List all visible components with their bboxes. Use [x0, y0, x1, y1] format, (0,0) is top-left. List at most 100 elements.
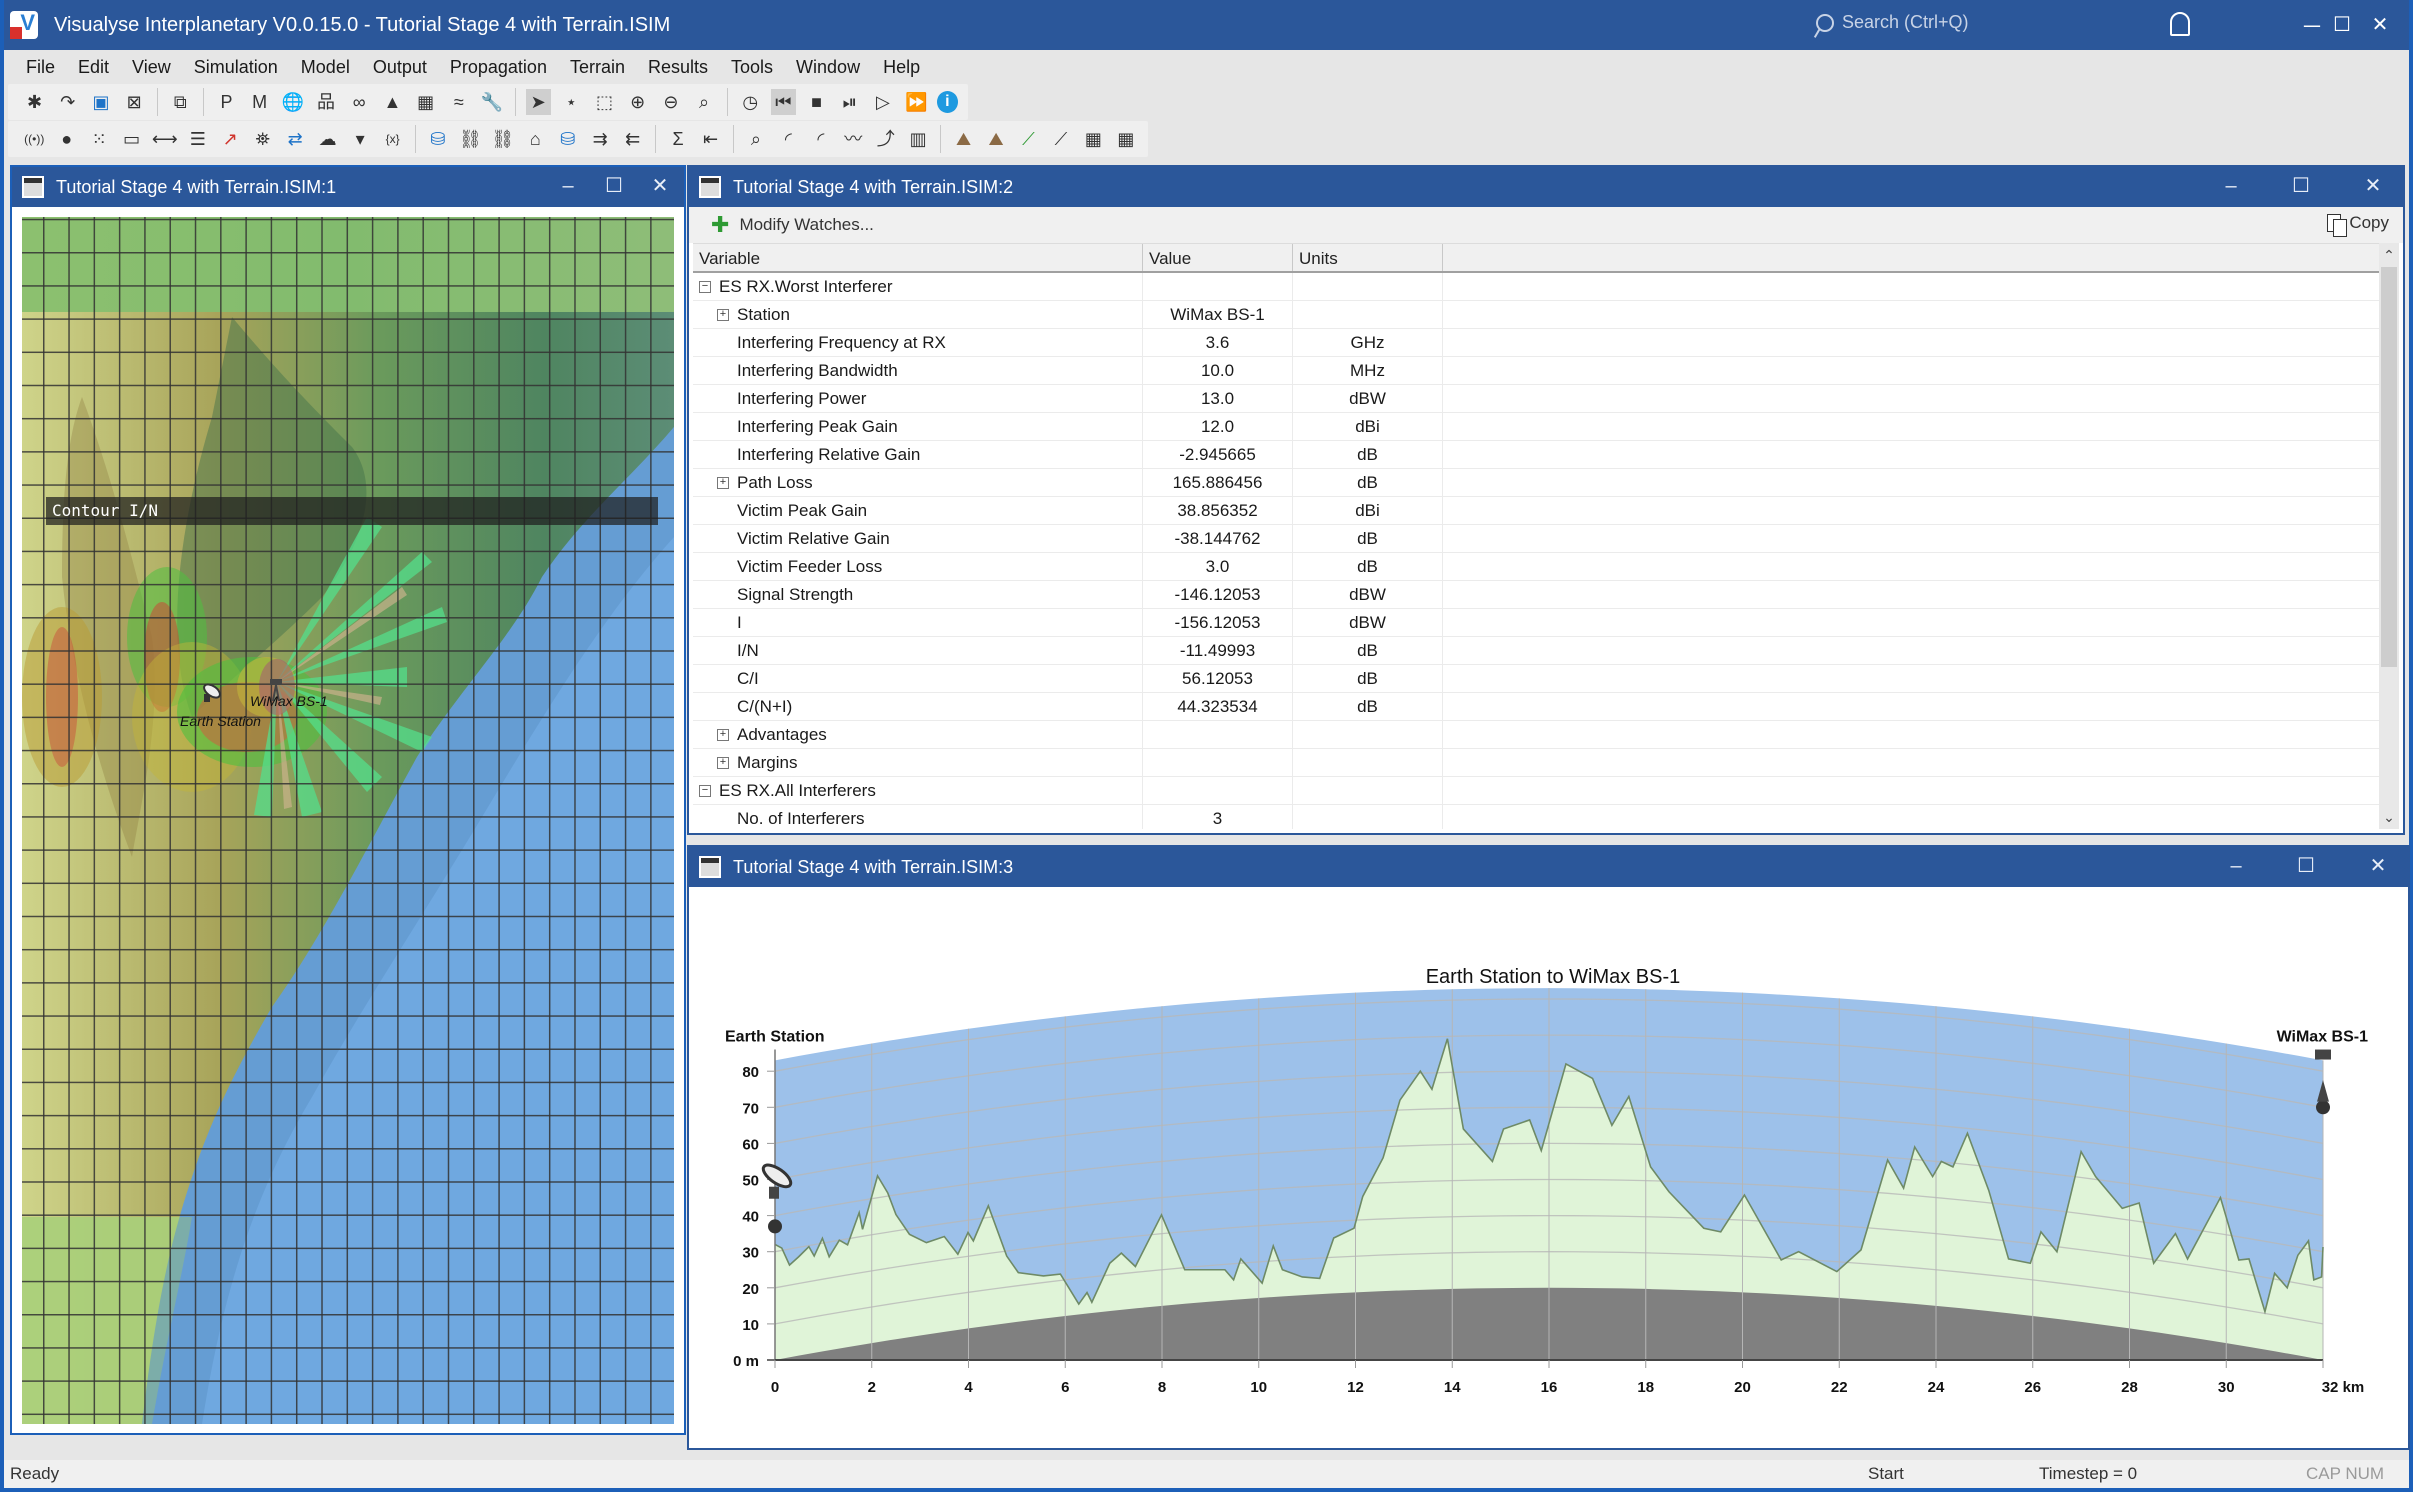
expand-icon[interactable]: +: [717, 308, 729, 321]
map-canvas[interactable]: Contour I/N Earth Station WiMax BS-1: [22, 217, 674, 1424]
settings-window-icon[interactable]: 🔧: [479, 89, 504, 115]
watch-row[interactable]: No. of Interferers 3: [693, 805, 2383, 829]
scatter-icon[interactable]: ⁙: [87, 126, 111, 152]
new-file-icon[interactable]: ✱: [22, 89, 47, 115]
building-add-icon[interactable]: ▦: [1081, 126, 1105, 152]
app-maximize-button[interactable]: ☐: [2322, 8, 2362, 42]
point-icon[interactable]: ●: [54, 126, 78, 152]
building-settings-icon[interactable]: ▦: [1114, 126, 1138, 152]
menu-window[interactable]: Window: [796, 57, 860, 78]
xy-plot-icon[interactable]: ⤴: [874, 126, 898, 152]
zoom-100-icon[interactable]: ⌕: [691, 89, 716, 115]
earth-station-antenna-point[interactable]: [768, 1219, 782, 1234]
dropdown-arrow-icon[interactable]: ▾: [348, 126, 372, 152]
collapse-icon[interactable]: −: [699, 280, 711, 293]
watch-row[interactable]: + Margins: [693, 749, 2383, 777]
watch-row[interactable]: Victim Relative Gain -38.144762 dB: [693, 525, 2383, 553]
expand-icon[interactable]: +: [717, 476, 729, 489]
profile-window-title-bar[interactable]: Tutorial Stage 4 with Terrain.ISIM:3 – ☐…: [689, 847, 2408, 887]
watch-window-icon[interactable]: ∞: [347, 89, 372, 115]
step-icon[interactable]: ⏯: [837, 89, 862, 115]
watch-row[interactable]: Signal Strength -146.12053 dBW: [693, 581, 2383, 609]
profile-minimize-button[interactable]: –: [2214, 847, 2258, 887]
watch-minimize-button[interactable]: –: [2209, 167, 2253, 207]
base-station-antenna-point[interactable]: [2316, 1100, 2330, 1115]
link-icon[interactable]: ⟷: [152, 126, 178, 152]
menu-propagation[interactable]: Propagation: [450, 57, 547, 78]
reset-start-icon[interactable]: ⏮: [770, 89, 796, 115]
watch-window-title-bar[interactable]: Tutorial Stage 4 with Terrain.ISIM:2 – ☐…: [689, 167, 2403, 207]
station-add-icon[interactable]: ⛁: [426, 126, 450, 152]
time-series-icon[interactable]: 〰: [841, 126, 865, 152]
menu-model[interactable]: Model: [301, 57, 350, 78]
rect-select-icon[interactable]: ⬚: [592, 89, 617, 115]
notification-bell-icon[interactable]: [2170, 12, 2190, 36]
station-terrain-icon[interactable]: ⛁: [556, 126, 580, 152]
column-header-units[interactable]: Units: [1293, 244, 1443, 271]
contour-settings-icon[interactable]: ◜: [776, 126, 800, 152]
menu-results[interactable]: Results: [648, 57, 708, 78]
open-file-icon[interactable]: ↷: [55, 89, 80, 115]
menu-terrain[interactable]: Terrain: [570, 57, 625, 78]
magic-select-icon[interactable]: ⋆: [559, 89, 584, 115]
carrier-link-icon[interactable]: ⛓: [491, 126, 515, 152]
antenna-icon[interactable]: ((•)): [22, 126, 46, 152]
watch-row[interactable]: Interfering Peak Gain 12.0 dBi: [693, 413, 2383, 441]
app-close-button[interactable]: ✕: [2360, 8, 2400, 42]
import-icon[interactable]: ⇤: [698, 126, 722, 152]
map-window-title-bar[interactable]: Tutorial Stage 4 with Terrain.ISIM:1 – ☐…: [12, 167, 684, 207]
modify-watches-button[interactable]: Modify Watches...: [739, 215, 873, 235]
zoom-out-icon[interactable]: ⊖: [658, 89, 683, 115]
multi-link-icon[interactable]: ☰: [186, 126, 210, 152]
terrain-add-icon[interactable]: ⛰: [984, 126, 1008, 152]
path-add-icon[interactable]: ⟋: [1016, 126, 1040, 152]
watch-row[interactable]: + Station WiMax BS-1: [693, 301, 2383, 329]
carrier-terrain-out-icon[interactable]: ⇇: [620, 126, 644, 152]
close-file-icon[interactable]: ⊠: [122, 89, 147, 115]
watch-row[interactable]: Victim Peak Gain 38.856352 dBi: [693, 497, 2383, 525]
watch-row[interactable]: Interfering Frequency at RX 3.6 GHz: [693, 329, 2383, 357]
swap-icon[interactable]: ⇄: [283, 126, 307, 152]
histogram-icon[interactable]: ▥: [906, 126, 930, 152]
watch-row[interactable]: + Path Loss 165.886456 dB: [693, 469, 2383, 497]
menu-help[interactable]: Help: [883, 57, 920, 78]
watch-row[interactable]: Interfering Power 13.0 dBW: [693, 385, 2383, 413]
zoom-in-icon[interactable]: ⊕: [625, 89, 650, 115]
watch-row[interactable]: Interfering Bandwidth 10.0 MHz: [693, 357, 2383, 385]
search-box[interactable]: Search (Ctrl+Q): [1816, 12, 1969, 33]
globe-window-icon[interactable]: 🌐: [280, 89, 305, 115]
copy-button[interactable]: Copy: [2327, 213, 2389, 237]
watch-row[interactable]: Interfering Relative Gain -2.945665 dB: [693, 441, 2383, 469]
watch-row[interactable]: + Advantages: [693, 721, 2383, 749]
menu-output[interactable]: Output: [373, 57, 427, 78]
watch-row[interactable]: C/(N+I) 44.323534 dB: [693, 693, 2383, 721]
column-header-variable[interactable]: Variable: [693, 244, 1143, 271]
search-report-icon[interactable]: ⌕: [744, 126, 768, 152]
map-maximize-button[interactable]: ☐: [592, 167, 636, 207]
watch-row[interactable]: I/N -11.49993 dB: [693, 637, 2383, 665]
scroll-down-icon[interactable]: ⌄: [2379, 805, 2399, 829]
signal-window-icon[interactable]: ≈: [446, 89, 471, 115]
interference-arrow-icon[interactable]: ↗: [218, 126, 242, 152]
beam-icon[interactable]: ▭: [119, 126, 143, 152]
menu-view[interactable]: View: [132, 57, 171, 78]
fast-forward-icon[interactable]: ⏩: [904, 89, 929, 115]
path-select-icon[interactable]: ⟋: [1049, 126, 1073, 152]
tree-window-icon[interactable]: 品: [313, 89, 338, 115]
map-close-button[interactable]: ✕: [638, 167, 682, 207]
scroll-up-icon[interactable]: ⌃: [2379, 243, 2399, 267]
menu-file[interactable]: File: [26, 57, 55, 78]
plot-window-icon[interactable]: P: [214, 89, 239, 115]
terrain-settings-icon[interactable]: ⛰: [951, 126, 975, 152]
carrier-terrain-in-icon[interactable]: ⇉: [588, 126, 612, 152]
terrain-window-icon[interactable]: ▲: [380, 89, 405, 115]
watch-close-button[interactable]: ✕: [2351, 167, 2395, 207]
earth-station-marker[interactable]: [200, 682, 221, 702]
watch-row[interactable]: C/I 56.12053 dB: [693, 665, 2383, 693]
watch-maximize-button[interactable]: ☐: [2279, 167, 2323, 207]
expand-icon[interactable]: +: [717, 728, 729, 741]
watch-vertical-scrollbar[interactable]: ⌃ ⌄: [2379, 243, 2399, 829]
watch-row[interactable]: I -156.12053 dBW: [693, 609, 2383, 637]
scroll-thumb[interactable]: [2381, 267, 2397, 667]
contour-add-icon[interactable]: ◜: [809, 126, 833, 152]
